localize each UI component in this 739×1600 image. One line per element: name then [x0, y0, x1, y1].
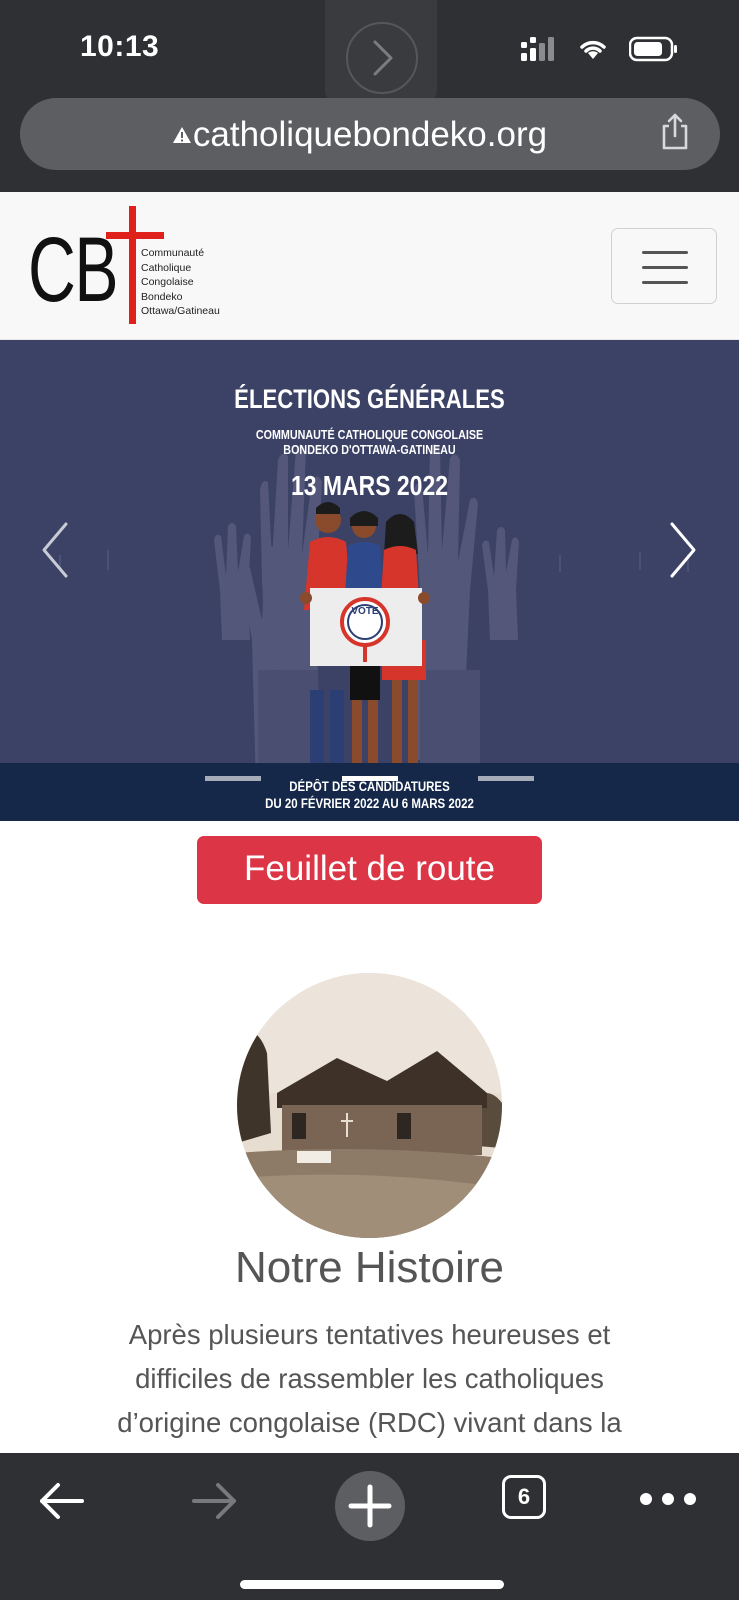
warning-icon: [173, 127, 191, 143]
signal-icon: [521, 37, 554, 61]
church-image: [237, 973, 502, 1238]
feuillet-de-route-button[interactable]: Feuillet de route: [197, 836, 542, 904]
plus-icon: [348, 1484, 392, 1528]
slide-date: 13 MARS 2022: [291, 470, 448, 501]
home-indicator: [240, 1580, 504, 1589]
site-header: CB Communauté Catholique Congolaise Bond…: [0, 192, 739, 340]
history-line: d’origine congolaise (RDC) vivant dans l…: [117, 1407, 622, 1438]
logo-line: Bondeko: [141, 290, 183, 303]
hero-carousel: ÉLECTIONS GÉNÉRALES COMMUNAUTÉ CATHOLIQU…: [0, 340, 739, 821]
logo-line: Catholique: [141, 261, 192, 274]
url-text: catholiquebondeko.org: [192, 115, 548, 154]
arrow-left-icon: [40, 1483, 84, 1519]
carousel-next-button[interactable]: [648, 490, 718, 610]
more-dot: [662, 1493, 674, 1505]
history-line: Après plusieurs tentatives heureuses et: [128, 1319, 611, 1350]
slide-subtitle-line: COMMUNAUTÉ CATHOLIQUE CONGOLAISE: [255, 428, 484, 442]
more-dot: [640, 1493, 652, 1505]
chevron-left-icon: [42, 522, 68, 578]
vote-sign-text: VOTE: [351, 606, 379, 617]
slide-subtitle-line: BONDEKO D'OTTAWA-GATINEAU: [283, 443, 456, 457]
battery-icon: [629, 36, 677, 62]
chevron-right-icon: [670, 522, 696, 578]
share-icon[interactable]: [660, 112, 690, 152]
logo-line: Congolaise: [141, 276, 194, 288]
church-photo: [237, 973, 502, 1238]
status-time: 10:13: [80, 30, 160, 63]
browser-bottom-toolbar: 6: [0, 1453, 739, 1600]
forward-button[interactable]: [190, 1479, 240, 1528]
slide-footer-text: DÉPÔT DES CANDIDATURES DU 20 FÉVRIER 202…: [55, 778, 683, 812]
site-logo[interactable]: CB Communauté Catholique Congolaise Bond…: [28, 206, 228, 326]
back-button[interactable]: [36, 1479, 86, 1528]
slide-title: ÉLECTIONS GÉNÉRALES: [234, 384, 505, 414]
logo-letters: CB: [28, 219, 119, 321]
more-dot: [684, 1493, 696, 1505]
new-tab-button[interactable]: [335, 1471, 405, 1541]
history-line: difficiles de rassembler les catholiques: [135, 1363, 604, 1394]
logo-line: Communauté: [141, 247, 205, 259]
logo-cross-horizontal: [106, 232, 164, 239]
browser-top-bar: 10:13 catholiquebondeko.org: [0, 0, 739, 192]
arrow-right-icon: [192, 1483, 236, 1519]
address-bar[interactable]: catholiquebondeko.org: [20, 98, 720, 170]
status-icons: [521, 36, 679, 62]
more-button[interactable]: [640, 1493, 696, 1505]
forward-shortcut-button[interactable]: [346, 22, 418, 94]
menu-toggle-button[interactable]: [611, 228, 717, 304]
logo-cross-vertical: [129, 206, 136, 324]
slide-footer-line: DÉPÔT DES CANDIDATURES: [289, 779, 450, 794]
wifi-icon: [580, 40, 606, 59]
slide-footer-line: DU 20 FÉVRIER 2022 AU 6 MARS 2022: [265, 796, 474, 811]
logo-line: Ottawa/Gatineau: [141, 305, 220, 317]
tabs-button[interactable]: 6: [502, 1475, 546, 1519]
slide-subtitle: COMMUNAUTÉ CATHOLIQUE CONGOLAISE BONDEKO…: [52, 428, 688, 458]
history-paragraph: Après plusieurs tentatives heureuses et …: [70, 1313, 669, 1445]
carousel-prev-button[interactable]: [20, 490, 90, 610]
chevron-right-icon: [373, 40, 393, 76]
history-title: Notre Histoire: [235, 1243, 504, 1292]
logo-subtitle: Communauté Catholique Congolaise Bondeko…: [141, 246, 220, 319]
